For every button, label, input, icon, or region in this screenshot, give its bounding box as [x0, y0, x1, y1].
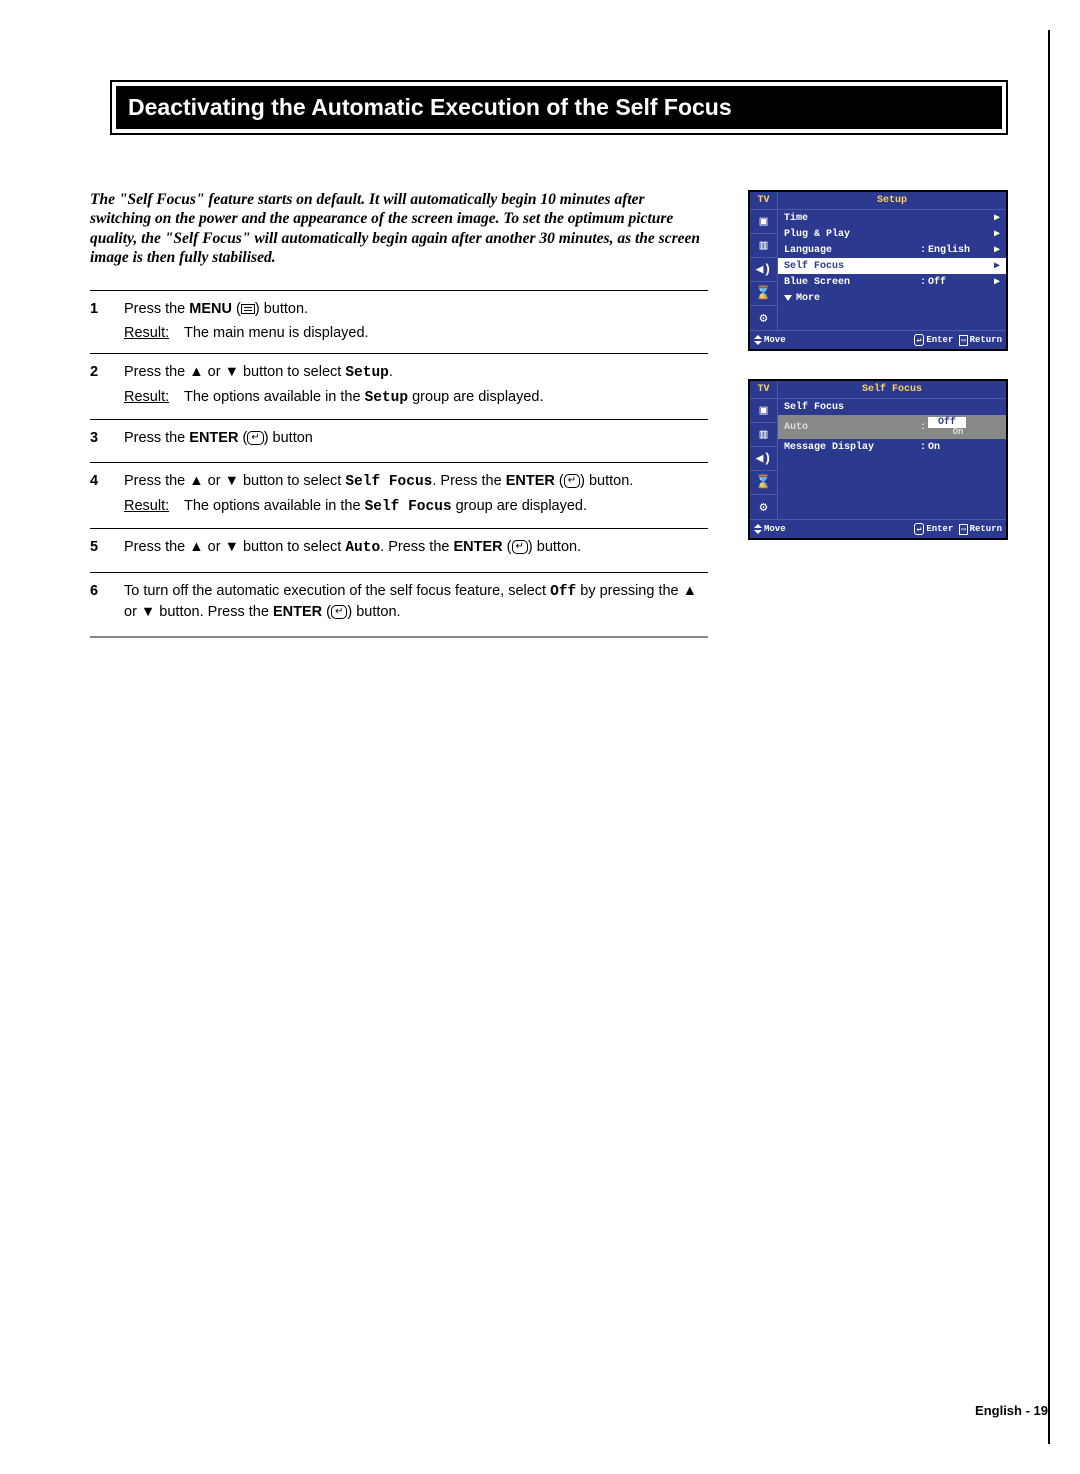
return-icon: ▭	[959, 524, 967, 535]
osd-menu-row: Time▶	[778, 210, 1006, 226]
sound-icon: ◀)	[750, 258, 777, 282]
step-6: 6 To turn off the automatic execution of…	[90, 573, 708, 639]
osd-menu-row: Message Display:On	[778, 439, 1006, 455]
step-body: Press the ▲ or ▼ button to select Auto. …	[124, 537, 708, 562]
picture-icon: ▣	[750, 399, 777, 423]
osd-menu-row: Self Focus▶	[778, 258, 1006, 274]
osd-menu-row: Language:English▶	[778, 242, 1006, 258]
osd-menu-row: Plug & Play▶	[778, 226, 1006, 242]
osd-sidebar-icons: ▣ ▥ ◀) ⌛ ⚙	[750, 399, 778, 519]
osd-menu-row: Blue Screen:Off▶	[778, 274, 1006, 290]
page-title: Deactivating the Automatic Execution of …	[116, 86, 1002, 129]
osd-selffocus-menu: TV Self Focus ▣ ▥ ◀) ⌛ ⚙ Self FocusAuto:…	[748, 379, 1008, 540]
bars-icon: ▥	[750, 423, 777, 447]
setup-icon: ⚙	[750, 495, 777, 519]
right-column: TV Setup ▣ ▥ ◀) ⌛ ⚙ Time▶Plug & Play▶Lan…	[748, 190, 1008, 638]
clock-icon: ⌛	[750, 282, 777, 306]
title-block: Deactivating the Automatic Execution of …	[110, 80, 1008, 135]
step-body: Press the ▲ or ▼ button to select Setup.…	[124, 362, 708, 409]
enter-icon: ↵	[914, 523, 925, 535]
enter-icon: ↵	[564, 474, 580, 488]
left-column: The "Self Focus" feature starts on defau…	[90, 190, 708, 638]
step-body: Press the ENTER (↵) button	[124, 428, 708, 452]
move-icon	[754, 524, 762, 534]
step-number: 5	[90, 537, 124, 562]
page-number: English - 19	[975, 1403, 1048, 1418]
result-label: Result:	[124, 387, 184, 408]
enter-icon: ↵	[512, 540, 528, 554]
move-icon	[754, 335, 762, 345]
step-number: 2	[90, 362, 124, 409]
manual-page: Deactivating the Automatic Execution of …	[30, 30, 1050, 1444]
sound-icon: ◀)	[750, 447, 777, 471]
step-1: 1 Press the MENU () button. Result: The …	[90, 290, 708, 355]
step-2: 2 Press the ▲ or ▼ button to select Setu…	[90, 354, 708, 420]
setup-icon: ⚙	[750, 306, 777, 330]
step-body: Press the ▲ or ▼ button to select Self F…	[124, 471, 708, 518]
osd-tv-label: TV	[750, 192, 778, 209]
osd-setup-menu: TV Setup ▣ ▥ ◀) ⌛ ⚙ Time▶Plug & Play▶Lan…	[748, 190, 1008, 351]
osd-menu-row: Auto:OffOn	[778, 415, 1006, 439]
step-5: 5 Press the ▲ or ▼ button to select Auto…	[90, 529, 708, 573]
osd-footer: Move ↵Enter ▭Return	[750, 330, 1006, 349]
bars-icon: ▥	[750, 234, 777, 258]
enter-icon: ↵	[331, 605, 347, 619]
intro-text: The "Self Focus" feature starts on defau…	[90, 190, 708, 268]
return-icon: ▭	[959, 335, 967, 346]
step-4: 4 Press the ▲ or ▼ button to select Self…	[90, 463, 708, 529]
osd-sidebar-icons: ▣ ▥ ◀) ⌛ ⚙	[750, 210, 778, 330]
osd-rows: Time▶Plug & Play▶Language:English▶Self F…	[778, 210, 1006, 330]
columns: The "Self Focus" feature starts on defau…	[90, 190, 1008, 638]
step-number: 3	[90, 428, 124, 452]
step-body: Press the MENU () button. Result: The ma…	[124, 299, 708, 344]
picture-icon: ▣	[750, 210, 777, 234]
step-3: 3 Press the ENTER (↵) button	[90, 420, 708, 463]
osd-menu-row: Self Focus	[778, 399, 1006, 415]
osd-title: Setup	[778, 192, 1006, 209]
osd-rows: Self FocusAuto:OffOnMessage Display:On	[778, 399, 1006, 519]
result-label: Result:	[124, 496, 184, 517]
step-body: To turn off the automatic execution of t…	[124, 581, 708, 627]
step-number: 6	[90, 581, 124, 627]
step-number: 4	[90, 471, 124, 518]
menu-icon	[241, 304, 255, 314]
osd-tv-label: TV	[750, 381, 778, 398]
enter-icon: ↵	[914, 334, 925, 346]
step-number: 1	[90, 299, 124, 344]
osd-title: Self Focus	[778, 381, 1006, 398]
osd-menu-row: More	[778, 290, 1006, 306]
steps-list: 1 Press the MENU () button. Result: The …	[90, 290, 708, 639]
osd-footer: Move ↵Enter ▭Return	[750, 519, 1006, 538]
clock-icon: ⌛	[750, 471, 777, 495]
enter-icon: ↵	[247, 431, 263, 445]
result-label: Result:	[124, 323, 184, 343]
